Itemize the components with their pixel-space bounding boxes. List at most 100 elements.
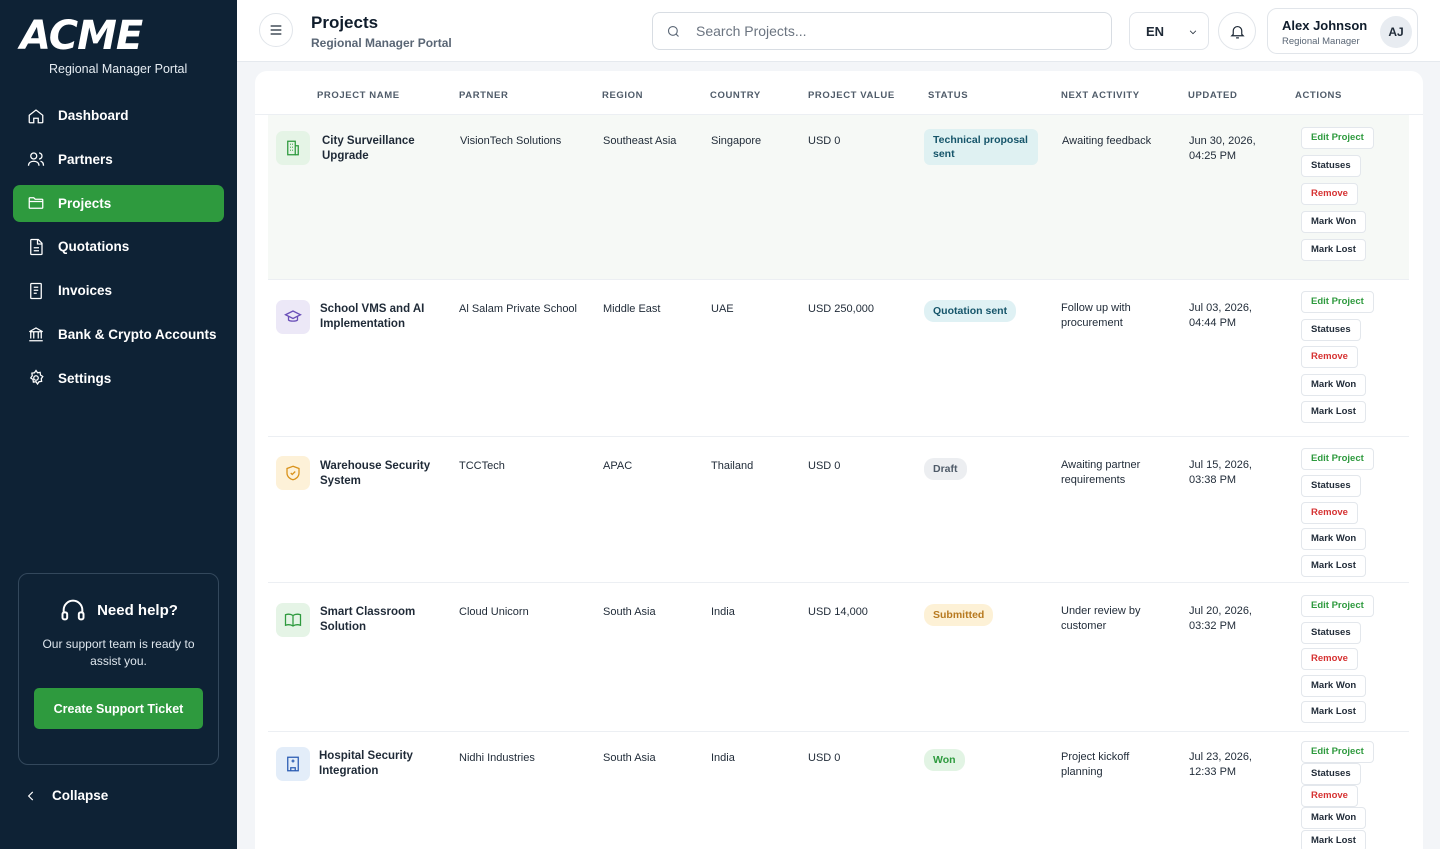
logo-text: ACME: [20, 13, 143, 59]
user-role: Regional Manager: [1282, 36, 1360, 47]
sidebar-item-dashboard[interactable]: Dashboard: [13, 97, 224, 134]
sidebar-nav: Dashboard Partners Projects Quotations I…: [13, 97, 224, 404]
project-name[interactable]: Warehouse Security System: [320, 459, 440, 489]
project-name[interactable]: School VMS and AI Implementation: [320, 302, 440, 332]
language-select[interactable]: EN: [1129, 12, 1209, 50]
mark-lost-button[interactable]: Mark Lost: [1301, 701, 1366, 723]
sidebar-item-partners[interactable]: Partners: [13, 141, 224, 178]
search-input[interactable]: [696, 23, 1096, 39]
mark-won-button[interactable]: Mark Won: [1301, 675, 1367, 697]
region: South Asia: [603, 606, 656, 618]
chevron-left-icon: [27, 791, 34, 800]
sidebar-item-label: Invoices: [58, 283, 113, 299]
sidebar-item-projects[interactable]: Projects: [13, 184, 224, 222]
country: India: [711, 606, 735, 618]
column-header-country[interactable]: COUNTRY: [710, 90, 761, 101]
sidebar-item-invoices[interactable]: Invoices: [13, 272, 224, 309]
column-header-project-name[interactable]: PROJECT NAME: [317, 90, 400, 101]
hospital-icon: [276, 747, 310, 781]
hamburger-icon: [270, 25, 282, 35]
remove-button[interactable]: Remove: [1301, 183, 1358, 205]
edit-project-button[interactable]: Edit Project: [1301, 127, 1374, 149]
sidebar-item-settings[interactable]: Settings: [13, 360, 224, 397]
project-value: USD 0: [808, 135, 841, 147]
partner-name: Cloud Unicorn: [459, 606, 529, 618]
search-box: [652, 12, 1112, 50]
notifications-button[interactable]: [1218, 12, 1256, 50]
edit-project-button[interactable]: Edit Project: [1301, 448, 1374, 470]
sidebar-item-quotations[interactable]: Quotations: [13, 228, 224, 265]
next-activity: Project kickoff planning: [1061, 751, 1130, 778]
statuses-button[interactable]: Statuses: [1301, 155, 1361, 177]
project-name[interactable]: Smart Classroom Solution: [320, 605, 440, 635]
country: UAE: [711, 303, 734, 315]
updated-date: Jul 03, 2026, 04:44 PM: [1189, 302, 1252, 329]
collapse-label: Collapse: [52, 788, 109, 803]
search-icon: [667, 25, 679, 37]
graduation-cap-icon: [276, 300, 310, 334]
edit-project-button[interactable]: Edit Project: [1301, 595, 1374, 617]
mark-lost-button[interactable]: Mark Lost: [1301, 401, 1366, 423]
home-icon: [27, 107, 45, 125]
edit-project-button[interactable]: Edit Project: [1301, 291, 1374, 313]
mark-lost-button[interactable]: Mark Lost: [1301, 239, 1366, 261]
remove-button[interactable]: Remove: [1301, 648, 1358, 670]
table-row[interactable]: School VMS and AI Implementation Al Sala…: [268, 280, 1409, 437]
project-name[interactable]: Hospital Security Integration: [319, 749, 439, 779]
country: Thailand: [711, 460, 754, 472]
statuses-button[interactable]: Statuses: [1301, 622, 1361, 644]
bank-icon: [27, 325, 45, 343]
receipt-icon: [27, 282, 45, 300]
table-row[interactable]: Smart Classroom Solution Cloud Unicorn S…: [268, 583, 1409, 732]
project-value: USD 14,000: [808, 606, 868, 618]
column-header-region[interactable]: REGION: [602, 90, 643, 101]
sidebar: ACME Regional Manager Portal Dashboard P…: [0, 0, 237, 849]
region: Southeast Asia: [603, 135, 677, 147]
remove-button[interactable]: Remove: [1301, 785, 1358, 807]
mark-lost-button[interactable]: Mark Lost: [1301, 830, 1366, 849]
menu-toggle-button[interactable]: [259, 13, 293, 47]
remove-button[interactable]: Remove: [1301, 346, 1358, 368]
create-support-ticket-button[interactable]: Create Support Ticket: [34, 688, 203, 729]
column-header-project-value[interactable]: PROJECT VALUE: [808, 90, 895, 101]
statuses-button[interactable]: Statuses: [1301, 319, 1361, 341]
table-row[interactable]: Hospital Security Integration Nidhi Indu…: [268, 732, 1409, 849]
mark-won-button[interactable]: Mark Won: [1301, 807, 1367, 829]
sidebar-item-label: Partners: [58, 151, 113, 167]
column-header-status[interactable]: STATUS: [928, 90, 968, 101]
users-icon: [27, 150, 45, 168]
column-header-partner[interactable]: PARTNER: [459, 90, 508, 101]
edit-project-button[interactable]: Edit Project: [1301, 741, 1374, 763]
gear-icon: [27, 369, 45, 387]
help-card: Need help? Our support team is ready to …: [18, 573, 219, 765]
page-subtitle: Regional Manager Portal: [311, 36, 452, 50]
column-header-updated[interactable]: UPDATED: [1188, 90, 1237, 101]
project-name[interactable]: City Surveillance Upgrade: [322, 134, 442, 164]
projects-table: PROJECT NAME PARTNER REGION COUNTRY PROJ…: [255, 71, 1423, 849]
acme-logo[interactable]: ACME: [20, 13, 143, 59]
top-header: Projects Regional Manager Portal EN Alex…: [237, 0, 1440, 62]
mark-won-button[interactable]: Mark Won: [1301, 211, 1367, 233]
table-row[interactable]: Warehouse Security System TCCTech APAC T…: [268, 437, 1409, 583]
mark-won-button[interactable]: Mark Won: [1301, 374, 1367, 396]
book-icon: [276, 603, 310, 637]
sidebar-item-bank-crypto[interactable]: Bank & Crypto Accounts: [13, 316, 224, 353]
status-badge: Won: [924, 749, 965, 771]
sidebar-item-label: Settings: [58, 370, 112, 386]
region: South Asia: [603, 752, 656, 764]
table-row[interactable]: City Surveillance Upgrade VisionTech Sol…: [268, 115, 1409, 280]
collapse-button[interactable]: Collapse: [24, 788, 108, 803]
mark-lost-button[interactable]: Mark Lost: [1301, 555, 1366, 577]
statuses-button[interactable]: Statuses: [1301, 763, 1361, 785]
column-header-next-activity[interactable]: NEXT ACTIVITY: [1061, 90, 1140, 101]
updated-date: Jul 20, 2026, 03:32 PM: [1189, 605, 1252, 632]
remove-button[interactable]: Remove: [1301, 502, 1358, 524]
user-menu[interactable]: Alex Johnson Regional Manager AJ: [1267, 8, 1418, 54]
partner-name: Nidhi Industries: [459, 752, 535, 764]
column-header-actions: ACTIONS: [1295, 90, 1342, 101]
next-activity: Follow up with procurement: [1061, 302, 1131, 329]
statuses-button[interactable]: Statuses: [1301, 475, 1361, 497]
region: APAC: [603, 460, 633, 472]
mark-won-button[interactable]: Mark Won: [1301, 528, 1367, 550]
avatar: AJ: [1380, 16, 1412, 48]
